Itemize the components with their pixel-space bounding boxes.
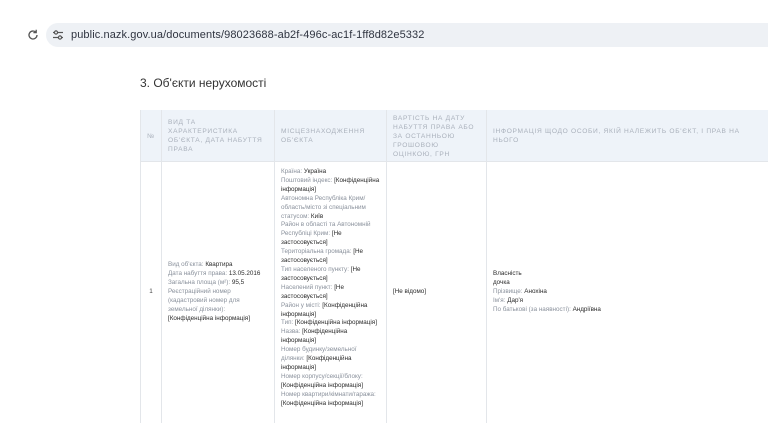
location-value: [Конфіденційна інформація] (281, 399, 363, 407)
reload-icon[interactable] (26, 28, 40, 42)
header-value: Вартість на дату набуття права або за ос… (387, 110, 487, 162)
location-label: Назва: (281, 328, 301, 336)
row-number: 1 (141, 162, 162, 423)
area-value: 95,5 (231, 279, 245, 287)
location-value: [Конфіденційна інформація] (295, 319, 377, 327)
location-label: Країна: (281, 168, 303, 175)
header-object-type: Вид та характеристика об'єкта, дата набу… (162, 110, 275, 162)
location-label: Територіальна громада: (281, 248, 352, 256)
location-label: Поштовий індекс: (281, 176, 333, 184)
patronymic-label: По батькові (за наявності): (493, 305, 571, 313)
name-label: Ім'я: (493, 296, 506, 304)
value-text: [Не відомо] (393, 288, 427, 296)
location-cell: Країна: Україна Поштовий індекс: [Конфід… (275, 162, 387, 423)
location-label: Район в області та Автономній Республіці… (281, 221, 371, 238)
owner-relation: дочка (493, 279, 510, 287)
header-location: Місцезнаходження об'єкта (275, 110, 387, 162)
location-label: Тип населеного пункту: (281, 265, 349, 273)
type-value: Квартира (205, 261, 233, 269)
location-label: Тип: (281, 319, 294, 327)
header-number: № (141, 110, 162, 162)
location-label: Номер квартири/кімнати/гаража: (281, 390, 376, 398)
site-info-icon[interactable] (51, 28, 65, 42)
cadastre-label: Реєстраційний номер (кадастровий номер д… (168, 288, 240, 313)
section-title: 3. Об'єкти нерухомості (140, 76, 267, 90)
table-row: 1 Вид об'єкта: Квартира Дата набуття пра… (141, 162, 768, 423)
header-owner-info: Інформація щодо особи, якій належить об'… (493, 128, 740, 144)
url-text[interactable]: public.nazk.gov.ua/documents/98023688-ab… (71, 29, 424, 41)
right-type: Власність (493, 270, 522, 278)
value-cell: [Не відомо] (387, 162, 487, 423)
surname-value: Анохіна (524, 288, 547, 296)
cadastre-value: [Конфіденційна інформація] (168, 314, 250, 322)
location-value: [Конфіденційна інформація] (281, 381, 363, 389)
area-label: Загальна площа (м²): (168, 279, 231, 287)
table-header: № Вид та характеристика об'єкта, дата на… (141, 110, 768, 162)
location-label: Автономна Республіка Крим/область/місто … (281, 194, 366, 220)
type-label: Вид об'єкта: (168, 261, 204, 269)
surname-label: Прізвище: (493, 288, 523, 296)
patronymic-value: Андріївна (572, 305, 601, 313)
location-label: Район у місті: (281, 301, 321, 309)
location-label: Номер корпусу/секції/блоку: (281, 372, 363, 380)
owner-info-cell: Власність дочка Прізвище: Анохіна Ім'я: … (487, 162, 768, 423)
date-label: Дата набуття права: (168, 270, 228, 278)
name-value: Дар'я (507, 296, 524, 304)
location-label: Населений пункт: (281, 283, 333, 291)
location-value: Україна (303, 168, 327, 175)
date-value: 13.05.2016 (228, 270, 261, 278)
browser-toolbar: public.nazk.gov.ua/documents/98023688-ab… (0, 0, 768, 52)
location-value: Київ (310, 212, 324, 220)
object-type-cell: Вид об'єкта: Квартира Дата набуття права… (162, 162, 275, 423)
real-estate-table: № Вид та характеристика об'єкта, дата на… (140, 110, 768, 423)
